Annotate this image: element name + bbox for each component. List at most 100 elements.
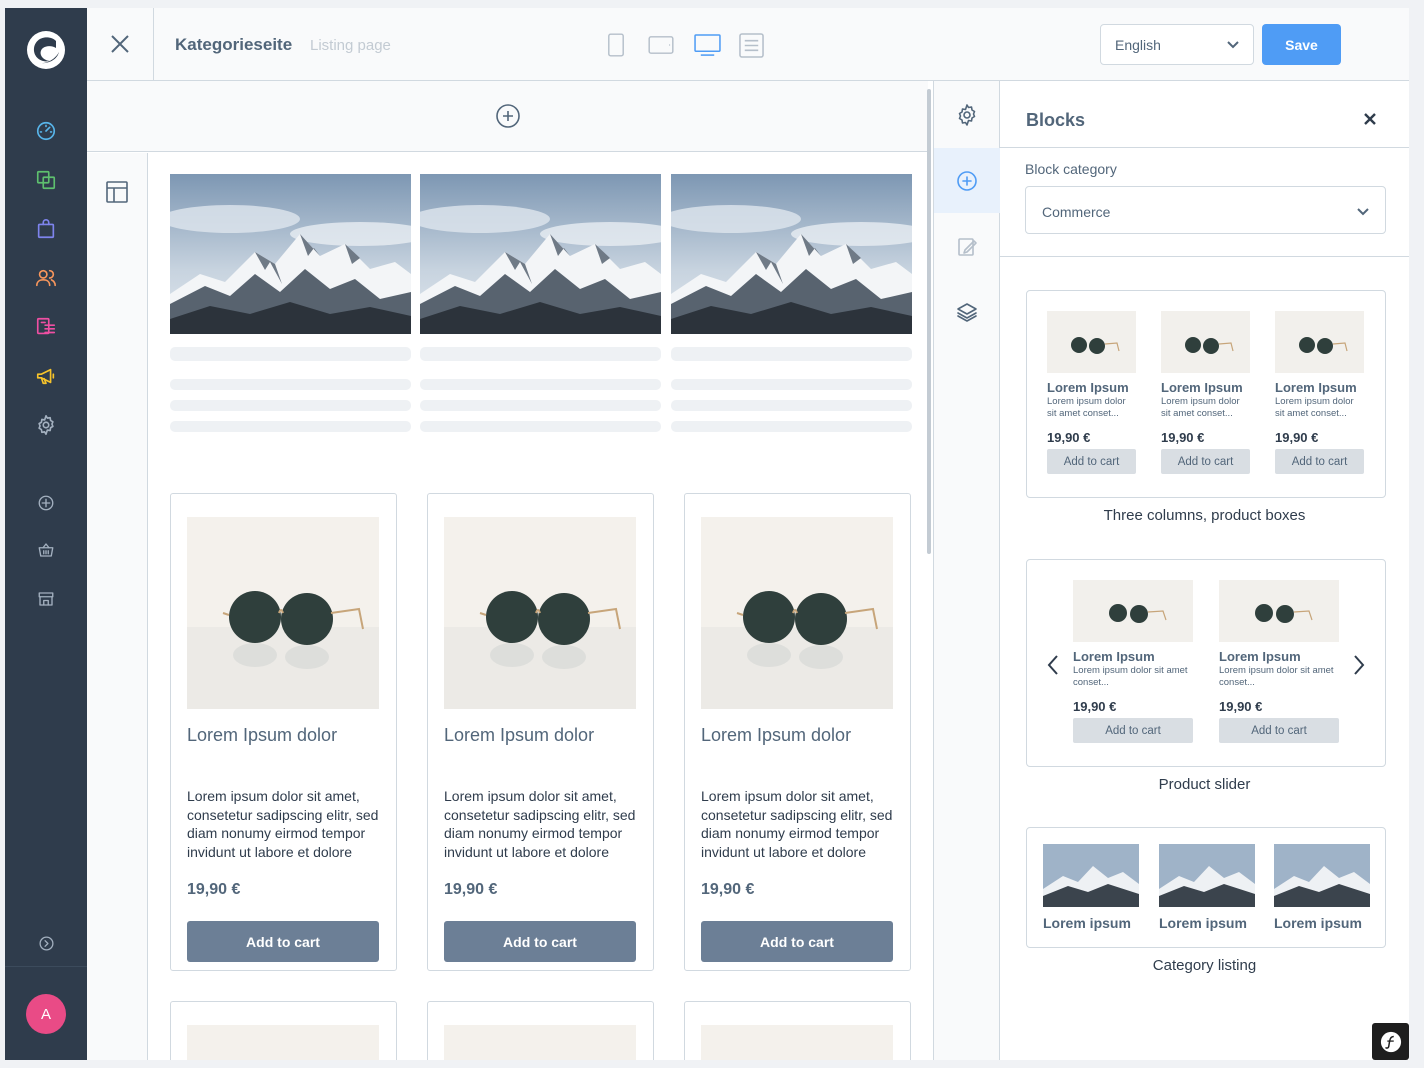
category-label: Lorem ipsum — [1043, 915, 1131, 931]
shopware-logo-icon[interactable] — [26, 30, 66, 70]
product-box[interactable] — [427, 1001, 654, 1060]
gear-icon[interactable] — [934, 82, 1000, 147]
sidebar-tools — [933, 81, 1000, 1060]
settings-icon[interactable] — [33, 412, 59, 438]
mini-price: 19,90 € — [1047, 430, 1091, 445]
language-value: English — [1115, 37, 1161, 53]
block-category-select[interactable]: Commerce — [1025, 186, 1386, 234]
mini-desc: Lorem ipsum dolor sit amet conset... — [1161, 396, 1240, 419]
admin-sidebar: A — [5, 8, 87, 1060]
orders-icon[interactable] — [33, 216, 59, 242]
mountain-image — [1274, 844, 1370, 907]
divider — [1000, 256, 1409, 257]
add-section-bar — [87, 81, 928, 152]
save-button[interactable]: Save — [1262, 24, 1341, 65]
layers-icon[interactable] — [934, 279, 1000, 344]
mini-desc: Lorem ipsum dolor sit amet conset... — [1275, 396, 1354, 419]
mountain-image — [1043, 844, 1139, 907]
product-box[interactable]: Lorem Ipsum dolor Lorem ipsum dolor sit … — [170, 493, 397, 971]
mini-desc: Lorem ipsum dolor sit amet conset... — [1219, 665, 1334, 688]
text-placeholder — [170, 347, 411, 361]
mini-title: Lorem Ipsum — [1275, 380, 1357, 395]
block-category-value: Commerce — [1042, 204, 1111, 220]
basket-icon[interactable] — [33, 537, 59, 563]
block-image[interactable] — [170, 174, 411, 334]
mini-button: Add to cart — [1161, 449, 1250, 474]
chevron-down-icon — [1227, 41, 1239, 49]
form-icon[interactable] — [738, 32, 764, 58]
product-box[interactable]: Lorem Ipsum dolor Lorem ipsum dolor sit … — [427, 493, 654, 971]
block-image[interactable] — [671, 174, 912, 334]
store-icon[interactable] — [33, 586, 59, 612]
layout-canvas: Lorem Ipsum dolor Lorem ipsum dolor sit … — [87, 81, 933, 1060]
category-thumb: Lorem ipsum — [1043, 844, 1139, 931]
mountain-image — [420, 174, 661, 334]
add-to-cart-button[interactable]: Add to cart — [187, 921, 379, 962]
add-to-cart-button[interactable]: Add to cart — [444, 921, 636, 962]
sunglasses-image — [1161, 311, 1250, 373]
product-box[interactable] — [684, 1001, 911, 1060]
layout-icon[interactable] — [106, 181, 128, 203]
product-price: 19,90 € — [701, 881, 755, 898]
marketing-icon[interactable] — [33, 363, 59, 389]
app-window: A Kategorieseite Listing page English Sa… — [5, 8, 1409, 1060]
block-preview-product-slider[interactable]: Lorem Ipsum Lorem ipsum dolor sit amet c… — [1026, 559, 1386, 767]
text-placeholder — [671, 379, 912, 390]
block-preview-three-columns[interactable]: Lorem Ipsum Lorem ipsum dolor sit amet c… — [1026, 290, 1386, 498]
chevron-right-icon — [1351, 653, 1367, 677]
mini-title: Lorem Ipsum — [1219, 649, 1301, 664]
block-category-label: Block category — [1025, 161, 1117, 177]
product-box[interactable]: Lorem Ipsum dolor Lorem ipsum dolor sit … — [684, 493, 911, 971]
mobile-icon[interactable] — [606, 32, 626, 58]
edit-icon[interactable] — [934, 214, 1000, 279]
mini-button: Add to cart — [1073, 718, 1193, 743]
mountain-image — [1159, 844, 1255, 907]
close-icon — [111, 35, 129, 53]
mini-price: 19,90 € — [1275, 430, 1319, 445]
dashboard-icon[interactable] — [33, 118, 59, 144]
block-name: Three columns, product boxes — [1103, 507, 1306, 524]
chevron-right-circle-icon[interactable] — [33, 930, 59, 956]
text-placeholder — [170, 421, 411, 432]
language-select[interactable]: English — [1100, 24, 1254, 65]
block-name: Category listing — [1152, 957, 1257, 974]
catalogue-icon[interactable] — [33, 167, 59, 193]
block-preview-category-listing[interactable]: Lorem ipsum Lorem ipsum Lorem ipsum — [1026, 827, 1386, 948]
category-thumb: Lorem ipsum — [1159, 844, 1255, 931]
scrollbar[interactable] — [927, 89, 931, 554]
mini-button: Add to cart — [1047, 449, 1136, 474]
product-description: Lorem ipsum dolor sit amet, consetetur s… — [187, 788, 379, 860]
product-box[interactable] — [170, 1001, 397, 1060]
sunglasses-image — [444, 517, 636, 709]
mountain-image — [170, 174, 411, 334]
close-panel-button[interactable] — [1363, 112, 1379, 128]
mini-desc: Lorem ipsum dolor sit amet conset... — [1047, 396, 1126, 419]
plus-circle-icon[interactable] — [495, 103, 521, 129]
block-image[interactable] — [420, 174, 661, 334]
add-to-cart-button[interactable]: Add to cart — [701, 921, 893, 962]
content-icon[interactable] — [33, 314, 59, 340]
mini-button: Add to cart — [1275, 449, 1364, 474]
close-button[interactable] — [87, 8, 154, 80]
product-description: Lorem ipsum dolor sit amet, consetetur s… — [701, 788, 893, 860]
chevron-left-icon — [1045, 653, 1061, 677]
text-placeholder — [420, 347, 661, 361]
mini-desc: Lorem ipsum dolor sit amet conset... — [1073, 665, 1188, 688]
symfony-logo-icon[interactable] — [1372, 1023, 1409, 1060]
chevron-down-icon — [1357, 208, 1369, 216]
mini-title: Lorem Ipsum — [1161, 380, 1243, 395]
text-placeholder — [420, 421, 661, 432]
mini-price: 19,90 € — [1073, 699, 1117, 714]
category-label: Lorem ipsum — [1159, 915, 1247, 931]
customers-icon[interactable] — [33, 265, 59, 291]
add-icon[interactable] — [33, 490, 59, 516]
text-placeholder — [170, 400, 411, 411]
plus-circle-icon[interactable] — [934, 148, 1000, 213]
avatar[interactable]: A — [26, 994, 66, 1034]
tablet-icon[interactable] — [647, 32, 675, 58]
sunglasses-image — [1219, 580, 1339, 642]
sunglasses-image — [1275, 311, 1364, 373]
sunglasses-image — [1073, 580, 1193, 642]
desktop-icon[interactable] — [693, 32, 721, 58]
blocks-panel: Blocks Block category Commerce Lorem Ips… — [1000, 81, 1409, 1060]
